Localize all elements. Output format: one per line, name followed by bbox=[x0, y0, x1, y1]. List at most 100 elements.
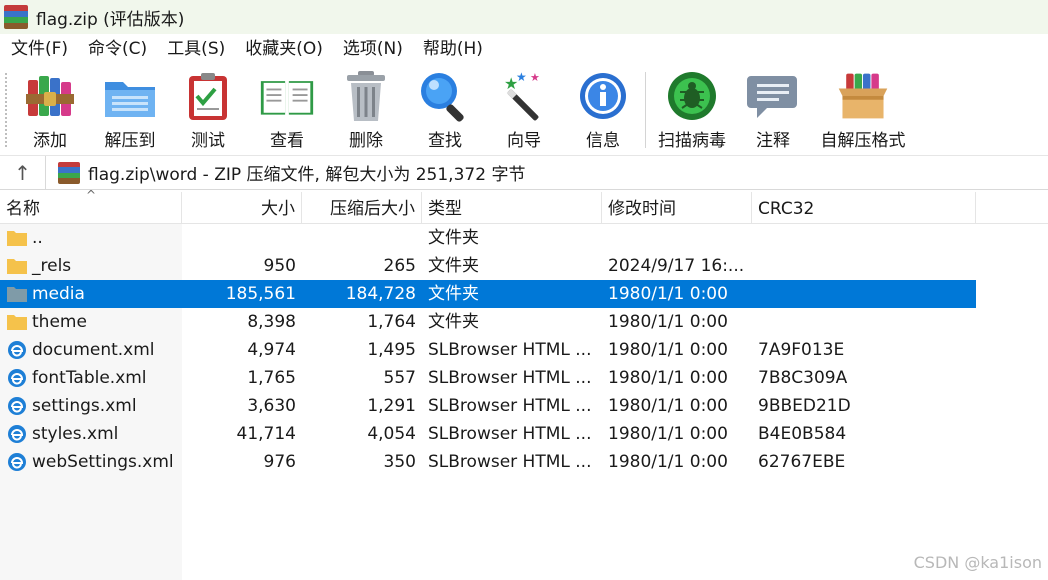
virus-scan-button[interactable]: 扫描病毒 bbox=[655, 68, 729, 152]
file-name-cell: styles.xml bbox=[6, 420, 182, 448]
extract-to-button[interactable]: 解压到 bbox=[100, 68, 160, 152]
file-packed-size: 1,764 bbox=[367, 312, 416, 332]
file-list: 名称 ^ 大小 压缩后大小 类型 修改时间 CRC32 .. 文件夹 _rels… bbox=[0, 188, 1048, 580]
file-name-cell: settings.xml bbox=[6, 392, 182, 420]
table-row[interactable]: document.xml 4,974 1,495 SLBrowser HTML … bbox=[0, 336, 976, 364]
find-icon bbox=[417, 68, 473, 124]
file-type: SLBrowser HTML ... bbox=[428, 396, 592, 416]
file-type: 文件夹 bbox=[428, 228, 479, 248]
info-button[interactable]: 信息 bbox=[575, 68, 631, 152]
table-row[interactable]: .. 文件夹 bbox=[0, 224, 976, 252]
up-folder-button[interactable]: ↑ bbox=[0, 155, 46, 190]
file-packed-size: 4,054 bbox=[367, 424, 416, 444]
file-type: SLBrowser HTML ... bbox=[428, 368, 592, 388]
view-label: 查看 bbox=[270, 131, 304, 151]
file-size: 8,398 bbox=[247, 312, 296, 332]
column-header-crc[interactable]: CRC32 bbox=[752, 192, 976, 224]
file-modified: 1980/1/1 0:00 bbox=[608, 284, 728, 304]
xml-file-icon bbox=[6, 396, 28, 416]
file-modified bbox=[608, 224, 748, 252]
menu-bar: 文件(F) 命令(C) 工具(S) 收藏夹(O) 选项(N) 帮助(H) bbox=[0, 34, 1048, 64]
comment-icon bbox=[745, 68, 801, 124]
table-row[interactable]: media 185,561 184,728 文件夹 1980/1/1 0:00 bbox=[0, 280, 976, 308]
info-icon bbox=[575, 68, 631, 124]
column-header-modified[interactable]: 修改时间 bbox=[602, 192, 752, 224]
comment-button[interactable]: 注释 bbox=[745, 68, 801, 152]
delete-button[interactable]: 删除 bbox=[338, 68, 394, 152]
file-modified: 2024/9/17 16:... bbox=[608, 256, 745, 276]
file-name-cell: theme bbox=[6, 308, 182, 336]
column-header-name[interactable]: 名称 ^ bbox=[0, 188, 182, 224]
folder-icon bbox=[6, 284, 28, 304]
menu-commands[interactable]: 命令(C) bbox=[78, 34, 157, 64]
virus-scan-label: 扫描病毒 bbox=[658, 131, 726, 151]
find-button[interactable]: 查找 bbox=[417, 68, 473, 152]
address-path[interactable]: flag.zip\word - ZIP 压缩文件, 解包大小为 251,372 … bbox=[88, 160, 525, 185]
table-row[interactable]: theme 8,398 1,764 文件夹 1980/1/1 0:00 bbox=[0, 308, 976, 336]
file-size: 3,630 bbox=[247, 396, 296, 416]
comment-label: 注释 bbox=[756, 131, 790, 151]
toolbar-separator bbox=[645, 72, 646, 148]
file-crc bbox=[758, 280, 908, 308]
file-crc bbox=[758, 252, 908, 280]
file-modified: 1980/1/1 0:00 bbox=[608, 340, 728, 360]
toolbar: 添加 解压到 测试 查看 删除 查找 ★ ★ ★ 向导 信息 扫描病毒 注释 自… bbox=[0, 64, 1048, 156]
winrar-books-icon bbox=[4, 5, 28, 29]
menu-help[interactable]: 帮助(H) bbox=[413, 34, 493, 64]
column-header-type[interactable]: 类型 bbox=[422, 192, 602, 224]
file-name: document.xml bbox=[32, 340, 155, 360]
file-name-cell: webSettings.xml bbox=[6, 448, 182, 476]
test-button[interactable]: 测试 bbox=[180, 68, 236, 152]
file-size bbox=[182, 224, 296, 252]
file-name-cell: _rels bbox=[6, 252, 182, 280]
file-name: .. bbox=[32, 228, 43, 248]
svg-text:★: ★ bbox=[516, 70, 527, 84]
find-label: 查找 bbox=[428, 131, 462, 151]
menu-tools[interactable]: 工具(S) bbox=[157, 34, 235, 64]
toolbar-grip[interactable] bbox=[4, 72, 8, 148]
menu-file[interactable]: 文件(F) bbox=[0, 34, 78, 64]
file-size: 976 bbox=[263, 452, 296, 472]
file-modified: 1980/1/1 0:00 bbox=[608, 424, 728, 444]
add-button[interactable]: 添加 bbox=[22, 68, 78, 152]
file-modified: 1980/1/1 0:00 bbox=[608, 312, 728, 332]
file-packed-size: 1,495 bbox=[367, 340, 416, 360]
address-bar: ↑ flag.zip\word - ZIP 压缩文件, 解包大小为 251,37… bbox=[0, 155, 1048, 190]
file-crc: 9BBED21D bbox=[758, 396, 851, 416]
column-header-size[interactable]: 大小 bbox=[182, 192, 302, 224]
view-icon bbox=[259, 68, 315, 124]
svg-text:★: ★ bbox=[530, 71, 540, 84]
file-crc: 7B8C309A bbox=[758, 368, 848, 388]
file-name-cell: media bbox=[6, 280, 182, 308]
file-crc: B4E0B584 bbox=[758, 424, 847, 444]
table-row[interactable]: styles.xml 41,714 4,054 SLBrowser HTML .… bbox=[0, 420, 976, 448]
table-row[interactable]: fontTable.xml 1,765 557 SLBrowser HTML .… bbox=[0, 364, 976, 392]
file-type: SLBrowser HTML ... bbox=[428, 340, 592, 360]
file-packed-size: 265 bbox=[383, 256, 416, 276]
title-bar: flag.zip (评估版本) bbox=[0, 0, 1048, 34]
window-title: flag.zip (评估版本) bbox=[36, 9, 185, 30]
file-size: 41,714 bbox=[236, 424, 296, 444]
test-label: 测试 bbox=[191, 131, 225, 151]
file-size: 1,765 bbox=[247, 368, 296, 388]
file-packed-size: 557 bbox=[383, 368, 416, 388]
menu-options[interactable]: 选项(N) bbox=[333, 34, 413, 64]
menu-favorites[interactable]: 收藏夹(O) bbox=[235, 34, 333, 64]
file-size: 4,974 bbox=[247, 340, 296, 360]
wizard-button[interactable]: ★ ★ ★ 向导 bbox=[496, 68, 552, 152]
column-header-packed[interactable]: 压缩后大小 bbox=[302, 192, 422, 224]
table-row[interactable]: webSettings.xml 976 350 SLBrowser HTML .… bbox=[0, 448, 976, 476]
table-row[interactable]: _rels 950 265 文件夹 2024/9/17 16:... bbox=[0, 252, 976, 280]
sfx-button[interactable]: 自解压格式 bbox=[816, 68, 910, 152]
file-crc bbox=[758, 308, 908, 336]
file-name-cell: .. bbox=[6, 224, 182, 252]
table-row[interactable]: settings.xml 3,630 1,291 SLBrowser HTML … bbox=[0, 392, 976, 420]
file-type: SLBrowser HTML ... bbox=[428, 424, 592, 444]
file-packed-size: 184,728 bbox=[345, 284, 416, 304]
sfx-icon bbox=[835, 68, 891, 124]
winrar-archive-icon bbox=[58, 161, 80, 184]
file-name: styles.xml bbox=[32, 424, 119, 444]
view-button[interactable]: 查看 bbox=[257, 68, 317, 152]
file-modified: 1980/1/1 0:00 bbox=[608, 368, 728, 388]
wizard-label: 向导 bbox=[507, 131, 541, 151]
